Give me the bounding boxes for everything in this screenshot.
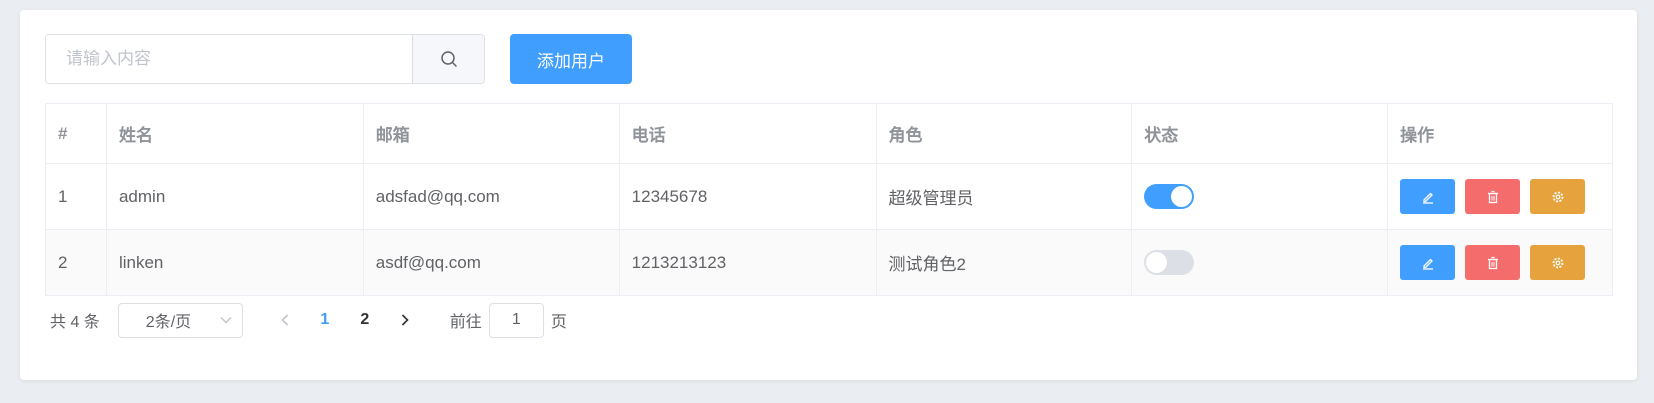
state-switch[interactable]	[1144, 250, 1195, 275]
search-group	[45, 34, 485, 84]
switch-knob	[1146, 252, 1168, 273]
goto-prefix: 前往	[449, 314, 482, 331]
user-list-card: 添加用户 # 姓名 邮箱 电话 角色 状态 操作 1 admin adsfad@…	[20, 10, 1637, 380]
edit-icon	[1422, 258, 1433, 270]
page-size-value: 2条/页	[145, 314, 192, 331]
header-state: 状态	[1131, 103, 1389, 164]
settings-icon	[1552, 257, 1564, 268]
cell-state	[1131, 229, 1389, 296]
add-user-button[interactable]: 添加用户	[510, 34, 632, 84]
cell-actions	[1387, 229, 1613, 296]
cell-email: adsfad@qq.com	[363, 163, 620, 230]
header-actions: 操作	[1387, 103, 1613, 164]
cell-state	[1131, 163, 1389, 230]
cell-name: admin	[106, 163, 364, 230]
delete-button[interactable]	[1465, 245, 1521, 280]
cell-phone: 1213213123	[619, 229, 877, 296]
delete-icon	[1487, 256, 1498, 269]
cell-name: linken	[106, 229, 364, 296]
table-row: 2 linken asdf@qq.com 1213213123 测试角色2	[45, 229, 1613, 296]
search-icon	[440, 51, 457, 67]
settings-button[interactable]	[1530, 245, 1586, 280]
chevron-right-icon	[401, 314, 409, 326]
goto-page-input[interactable]	[488, 302, 544, 338]
chevron-left-icon	[281, 314, 288, 326]
header-index: #	[45, 103, 107, 164]
cell-index: 1	[45, 163, 107, 230]
goto-suffix: 页	[550, 314, 567, 331]
state-switch[interactable]	[1144, 184, 1195, 209]
page-number-2[interactable]: 2	[345, 303, 385, 338]
next-page-button[interactable]	[385, 303, 425, 338]
search-input[interactable]	[46, 35, 412, 83]
edit-button[interactable]	[1400, 179, 1456, 214]
header-name: 姓名	[106, 103, 364, 164]
cell-index: 2	[45, 229, 107, 296]
header-email: 邮箱	[363, 103, 620, 164]
cell-role: 测试角色2	[876, 229, 1133, 296]
search-button[interactable]	[412, 35, 484, 83]
edit-button[interactable]	[1400, 245, 1456, 280]
switch-knob	[1171, 186, 1193, 207]
page-jumper: 前往 页	[449, 302, 567, 338]
cell-actions	[1387, 163, 1613, 230]
settings-button[interactable]	[1530, 179, 1586, 214]
user-table: # 姓名 邮箱 电话 角色 状态 操作 1 admin adsfad@qq.co…	[45, 103, 1613, 296]
pagination: 共 4 条 2条/页 1 2 前往 页	[50, 302, 567, 338]
delete-button[interactable]	[1465, 179, 1521, 214]
header-role: 角色	[876, 103, 1133, 164]
table-row: 1 admin adsfad@qq.com 12345678 超级管理员	[45, 163, 1613, 230]
delete-icon	[1487, 190, 1498, 203]
prev-page-button[interactable]	[265, 303, 305, 338]
cell-role: 超级管理员	[876, 163, 1133, 230]
total-count: 共 4 条	[50, 314, 100, 331]
cell-phone: 12345678	[619, 163, 877, 230]
page-size-select[interactable]: 2条/页	[117, 302, 243, 338]
header-phone: 电话	[619, 103, 877, 164]
cell-email: asdf@qq.com	[363, 229, 620, 296]
settings-icon	[1552, 191, 1564, 202]
chevron-down-icon	[220, 317, 232, 324]
table-header-row: # 姓名 邮箱 电话 角色 状态 操作	[45, 103, 1613, 164]
page-number-1[interactable]: 1	[305, 303, 345, 338]
edit-icon	[1422, 192, 1433, 204]
